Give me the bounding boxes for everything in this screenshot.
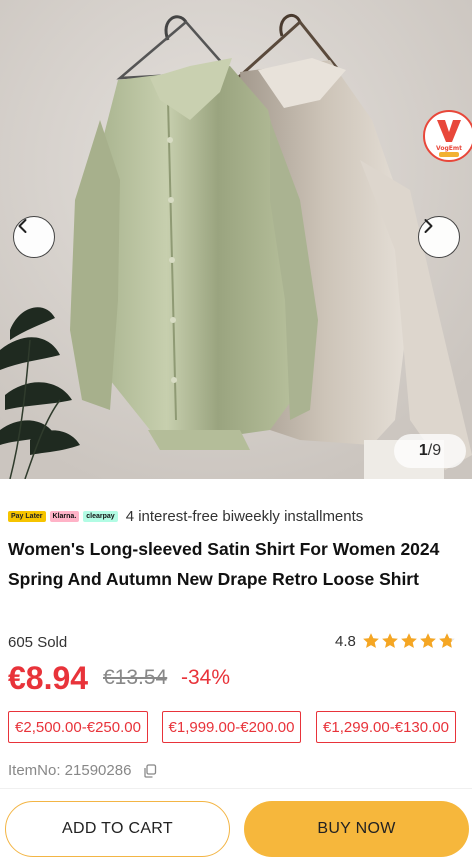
sold-count: 605 Sold [8,634,68,651]
product-photo [0,0,472,479]
klarna-logo: Klarna. [49,510,80,522]
clearpay-logo: clearpay [83,510,118,522]
brand-badge: VogEmt [423,110,472,162]
product-page: VogEmt 1 /9 Pay Later Klarna. clearpay 4… [0,0,472,861]
brand-badge-logo: VogEmt [436,120,462,157]
current-price: €8.94 [8,660,89,696]
svg-text:VogEmt: VogEmt [436,145,462,152]
star-icon [420,633,436,648]
product-title: Women's Long-sleeved Satin Shirt For Wom… [8,539,440,589]
rating[interactable]: 4.8 [335,632,457,650]
item-number-text: ItemNo: 21590286 [8,762,132,779]
previous-image-button[interactable] [13,216,55,258]
star-icon [363,633,379,648]
star-rating [362,632,457,650]
coupon-tag[interactable]: €1,999.00-€200.00 [162,711,301,743]
add-to-cart-button[interactable]: ADD TO CART [5,801,230,857]
action-bar: ADD TO CART BUY NOW [0,788,472,861]
coupon-tag[interactable]: €1,299.00-€130.00 [316,711,456,743]
pay-later-logo: Pay Later [8,510,46,522]
installments-text: 4 interest-free biweekly installments [125,507,364,525]
next-image-button[interactable] [418,216,460,258]
rating-value: 4.8 [335,632,356,650]
image-counter-total: /9 [427,442,442,459]
copy-icon[interactable] [143,763,157,778]
chevron-left-icon [18,219,27,233]
discount-percent: -34% [181,666,231,689]
star-icon [401,633,417,648]
buy-now-button[interactable]: BUY NOW [244,801,469,857]
installments-row[interactable]: Pay Later Klarna. clearpay 4 interest-fr… [8,506,363,526]
image-counter: 1 /9 [394,434,466,468]
star-icon [382,633,398,648]
chevron-right-icon [424,219,433,233]
item-number: ItemNo: 21590286 [8,762,157,779]
product-image-gallery[interactable]: VogEmt 1 /9 [0,0,472,479]
star-icon [439,633,455,648]
original-price: €13.54 [103,666,168,689]
image-counter-current: 1 [418,442,428,459]
coupon-tag[interactable]: €2,500.00-€250.00 [8,711,148,743]
